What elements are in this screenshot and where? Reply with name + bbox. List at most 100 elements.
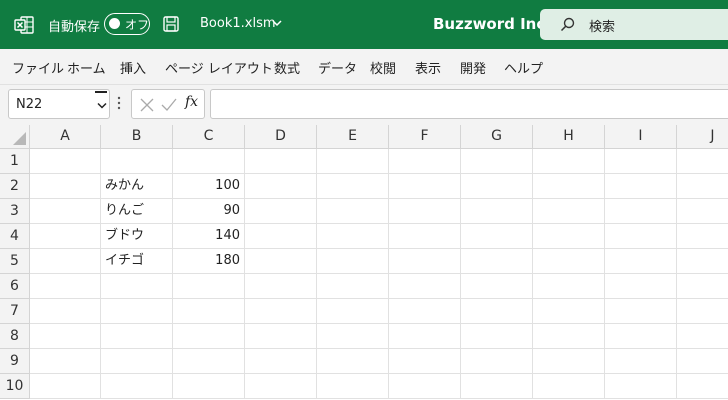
cell-e5[interactable]: [317, 249, 389, 274]
cell-d4[interactable]: [245, 224, 317, 249]
cell-d9[interactable]: [245, 349, 317, 374]
cell-a3[interactable]: [30, 199, 101, 224]
cell-h4[interactable]: [533, 224, 605, 249]
cell-a8[interactable]: [30, 324, 101, 349]
row-header-4[interactable]: 4: [0, 224, 30, 249]
cell-e6[interactable]: [317, 274, 389, 299]
cell-j6[interactable]: [677, 274, 728, 299]
cell-j8[interactable]: [677, 324, 728, 349]
cell-j10[interactable]: [677, 374, 728, 399]
cell-a9[interactable]: [30, 349, 101, 374]
cell-f10[interactable]: [389, 374, 461, 399]
tab-insert[interactable]: 挿入: [120, 58, 146, 77]
cell-g3[interactable]: [461, 199, 533, 224]
cell-e1[interactable]: [317, 149, 389, 174]
chevron-down-icon[interactable]: [97, 102, 107, 109]
cell-j2[interactable]: [677, 174, 728, 199]
cell-b9[interactable]: [101, 349, 173, 374]
more-options-icon[interactable]: [117, 96, 121, 110]
column-header-f[interactable]: F: [389, 125, 461, 149]
cell-f1[interactable]: [389, 149, 461, 174]
cell-c6[interactable]: [173, 274, 245, 299]
row-header-5[interactable]: 5: [0, 249, 30, 274]
autosave-toggle[interactable]: オフ: [104, 13, 150, 35]
cell-h2[interactable]: [533, 174, 605, 199]
row-header-7[interactable]: 7: [0, 299, 30, 324]
cell-e4[interactable]: [317, 224, 389, 249]
cell-a1[interactable]: [30, 149, 101, 174]
cell-g5[interactable]: [461, 249, 533, 274]
cell-c7[interactable]: [173, 299, 245, 324]
search-box[interactable]: 検索: [540, 9, 728, 40]
cell-c9[interactable]: [173, 349, 245, 374]
cell-j4[interactable]: [677, 224, 728, 249]
cell-j5[interactable]: [677, 249, 728, 274]
select-all-button[interactable]: [0, 125, 30, 149]
check-icon[interactable]: [161, 98, 177, 112]
column-header-b[interactable]: B: [101, 125, 173, 149]
cell-b4[interactable]: ブドウ: [101, 224, 173, 249]
cell-e3[interactable]: [317, 199, 389, 224]
cell-f5[interactable]: [389, 249, 461, 274]
cell-f7[interactable]: [389, 299, 461, 324]
cell-h7[interactable]: [533, 299, 605, 324]
cell-j3[interactable]: [677, 199, 728, 224]
cell-i4[interactable]: [605, 224, 677, 249]
row-header-10[interactable]: 10: [0, 374, 30, 399]
column-header-d[interactable]: D: [245, 125, 317, 149]
cell-f6[interactable]: [389, 274, 461, 299]
cell-i6[interactable]: [605, 274, 677, 299]
tab-file[interactable]: ファイル: [12, 58, 64, 77]
tab-review[interactable]: 校閲: [370, 58, 396, 77]
column-header-a[interactable]: A: [30, 125, 101, 149]
row-header-8[interactable]: 8: [0, 324, 30, 349]
cell-i1[interactable]: [605, 149, 677, 174]
cell-j9[interactable]: [677, 349, 728, 374]
cell-a7[interactable]: [30, 299, 101, 324]
cell-g7[interactable]: [461, 299, 533, 324]
cell-d10[interactable]: [245, 374, 317, 399]
cell-a10[interactable]: [30, 374, 101, 399]
cell-d2[interactable]: [245, 174, 317, 199]
tab-page-layout[interactable]: ページ レイアウト: [165, 58, 273, 77]
cell-i9[interactable]: [605, 349, 677, 374]
column-header-c[interactable]: C: [173, 125, 245, 149]
chevron-down-icon[interactable]: [272, 19, 282, 27]
formula-input[interactable]: [210, 89, 728, 119]
cell-h3[interactable]: [533, 199, 605, 224]
cell-f3[interactable]: [389, 199, 461, 224]
cell-b10[interactable]: [101, 374, 173, 399]
cell-c4[interactable]: 140: [173, 224, 245, 249]
cell-i7[interactable]: [605, 299, 677, 324]
column-header-j[interactable]: J: [677, 125, 728, 149]
cell-g8[interactable]: [461, 324, 533, 349]
cell-d1[interactable]: [245, 149, 317, 174]
row-header-3[interactable]: 3: [0, 199, 30, 224]
column-header-h[interactable]: H: [533, 125, 605, 149]
name-box[interactable]: N22: [8, 89, 110, 119]
cell-b3[interactable]: りんご: [101, 199, 173, 224]
cell-d7[interactable]: [245, 299, 317, 324]
file-name[interactable]: Book1.xlsm: [200, 16, 276, 31]
cell-c1[interactable]: [173, 149, 245, 174]
cell-a6[interactable]: [30, 274, 101, 299]
cell-e9[interactable]: [317, 349, 389, 374]
cell-i2[interactable]: [605, 174, 677, 199]
cell-f8[interactable]: [389, 324, 461, 349]
cell-b7[interactable]: [101, 299, 173, 324]
cell-i8[interactable]: [605, 324, 677, 349]
cell-g6[interactable]: [461, 274, 533, 299]
cell-c5[interactable]: 180: [173, 249, 245, 274]
column-header-g[interactable]: G: [461, 125, 533, 149]
cell-c8[interactable]: [173, 324, 245, 349]
tab-formulas[interactable]: 数式: [274, 58, 300, 77]
column-header-i[interactable]: I: [605, 125, 677, 149]
column-header-e[interactable]: E: [317, 125, 389, 149]
insert-function-button[interactable]: fx: [185, 94, 198, 110]
cell-c10[interactable]: [173, 374, 245, 399]
cell-d5[interactable]: [245, 249, 317, 274]
cell-g9[interactable]: [461, 349, 533, 374]
cell-g1[interactable]: [461, 149, 533, 174]
cell-c2[interactable]: 100: [173, 174, 245, 199]
tab-home[interactable]: ホーム: [67, 58, 106, 77]
